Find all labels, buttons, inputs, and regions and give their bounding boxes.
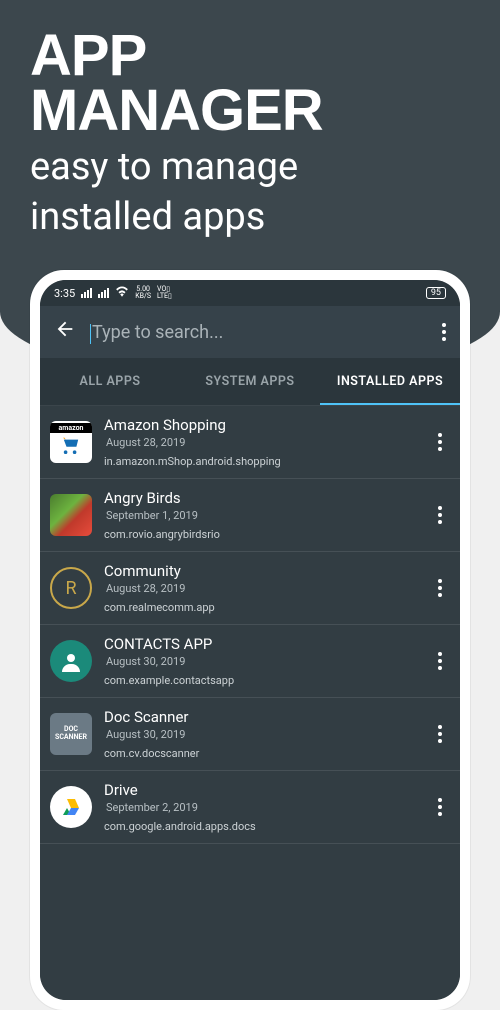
- app-package: com.cv.docscanner: [104, 747, 422, 760]
- signal-icon-2: [98, 288, 109, 298]
- app-date: September 1, 2019: [104, 509, 422, 522]
- overflow-menu-button[interactable]: [442, 323, 446, 341]
- app-info: Amazon Shopping August 28, 2019 in.amazo…: [104, 416, 422, 468]
- signal-icon: [81, 288, 92, 298]
- tab-installed-apps[interactable]: INSTALLED APPS: [320, 358, 460, 405]
- battery-indicator: 95: [426, 287, 446, 299]
- app-package: com.realmecomm.app: [104, 601, 422, 614]
- app-name: Amazon Shopping: [104, 416, 422, 434]
- item-menu-button[interactable]: [434, 425, 446, 459]
- app-name: CONTACTS APP: [104, 635, 422, 653]
- tab-bar: ALL APPS SYSTEM APPS INSTALLED APPS: [40, 358, 460, 406]
- list-item[interactable]: R Community August 28, 2019 com.realmeco…: [40, 552, 460, 625]
- tab-all-apps[interactable]: ALL APPS: [40, 358, 180, 405]
- app-icon-docscanner: DOCSCANNER: [50, 713, 92, 755]
- tab-system-apps[interactable]: SYSTEM APPS: [180, 358, 320, 405]
- app-date: August 30, 2019: [104, 655, 422, 668]
- status-time: 3:35: [54, 287, 75, 300]
- app-name: Angry Birds: [104, 489, 422, 507]
- item-menu-button[interactable]: [434, 498, 446, 532]
- app-list[interactable]: amazon Amazon Shopping August 28, 2019 i…: [40, 406, 460, 1000]
- list-item[interactable]: CONTACTS APP August 30, 2019 com.example…: [40, 625, 460, 698]
- app-date: August 28, 2019: [104, 582, 422, 595]
- banner-subtitle-line2: installed apps: [30, 198, 470, 238]
- searchbar: Type to search...: [40, 306, 460, 358]
- statusbar-left: 3:35 5.00KB/S VO▯LTE▯: [54, 286, 172, 300]
- volte-icon: VO▯LTE▯: [157, 286, 172, 300]
- app-info: Angry Birds September 1, 2019 com.rovio.…: [104, 489, 422, 541]
- banner-title-line2: MANAGER: [30, 83, 470, 138]
- app-info: Drive September 2, 2019 com.google.andro…: [104, 781, 422, 833]
- app-icon-community: R: [50, 567, 92, 609]
- banner-title-line1: APP: [30, 28, 470, 83]
- app-name: Drive: [104, 781, 422, 799]
- app-icon-drive: [50, 786, 92, 828]
- statusbar: 3:35 5.00KB/S VO▯LTE▯ 95: [40, 280, 460, 306]
- item-menu-button[interactable]: [434, 717, 446, 751]
- app-icon-amazon: amazon: [50, 421, 92, 463]
- app-date: August 30, 2019: [104, 728, 422, 741]
- app-info: Community August 28, 2019 com.realmecomm…: [104, 562, 422, 614]
- item-menu-button[interactable]: [434, 790, 446, 824]
- list-item[interactable]: amazon Amazon Shopping August 28, 2019 i…: [40, 406, 460, 479]
- wifi-icon: [115, 286, 129, 300]
- app-date: August 28, 2019: [104, 436, 422, 449]
- phone-screen: 3:35 5.00KB/S VO▯LTE▯ 95 Type to search.…: [40, 280, 460, 1000]
- search-input[interactable]: Type to search...: [92, 322, 426, 343]
- app-name: Doc Scanner: [104, 708, 422, 726]
- app-info: Doc Scanner August 30, 2019 com.cv.docsc…: [104, 708, 422, 760]
- app-icon-contacts: [50, 640, 92, 682]
- app-package: com.google.android.apps.docs: [104, 820, 422, 833]
- data-speed: 5.00KB/S: [135, 286, 151, 300]
- list-item[interactable]: Angry Birds September 1, 2019 com.rovio.…: [40, 479, 460, 552]
- list-item[interactable]: Drive September 2, 2019 com.google.andro…: [40, 771, 460, 844]
- item-menu-button[interactable]: [434, 644, 446, 678]
- app-package: com.rovio.angrybirdsrio: [104, 528, 422, 541]
- back-button[interactable]: [54, 318, 76, 346]
- app-package: in.amazon.mShop.android.shopping: [104, 455, 422, 468]
- phone-frame: 3:35 5.00KB/S VO▯LTE▯ 95 Type to search.…: [30, 270, 470, 1010]
- item-menu-button[interactable]: [434, 571, 446, 605]
- list-item[interactable]: DOCSCANNER Doc Scanner August 30, 2019 c…: [40, 698, 460, 771]
- banner-subtitle-line1: easy to manage: [30, 148, 470, 188]
- app-name: Community: [104, 562, 422, 580]
- app-package: com.example.contactsapp: [104, 674, 422, 687]
- app-icon-angrybirds: [50, 494, 92, 536]
- app-date: September 2, 2019: [104, 801, 422, 814]
- app-info: CONTACTS APP August 30, 2019 com.example…: [104, 635, 422, 687]
